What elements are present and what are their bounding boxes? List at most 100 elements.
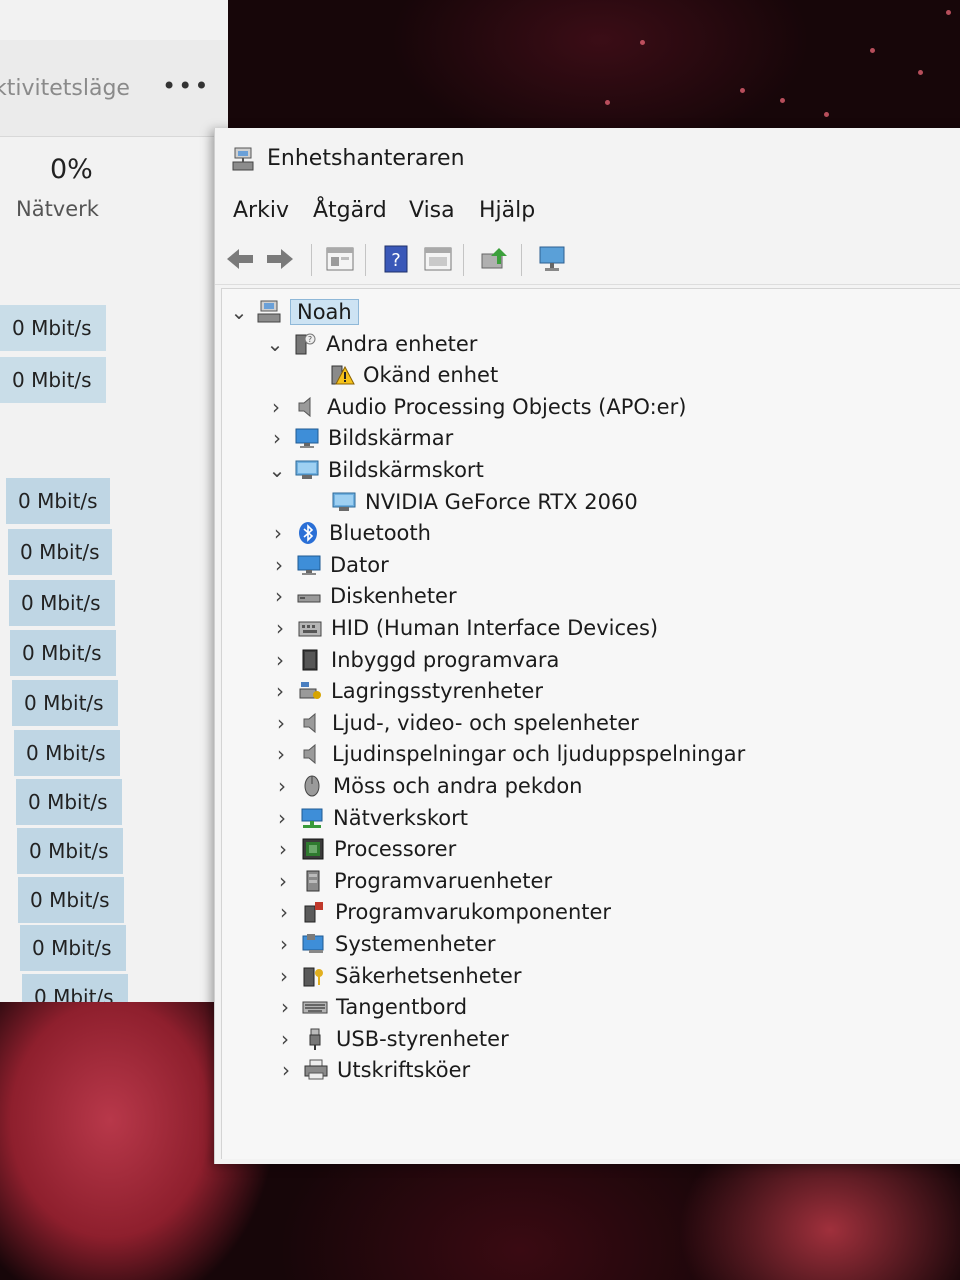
tree-node-noah[interactable]: ⌄ Noah	[228, 297, 359, 327]
mouse-icon	[299, 774, 325, 798]
chevron-right-icon[interactable]: ›	[268, 584, 290, 608]
back-icon[interactable]	[223, 242, 257, 276]
tree-node-utskriftskoer[interactable]: › Utskriftsköer	[275, 1055, 470, 1085]
chevron-right-icon[interactable]: ›	[271, 774, 293, 798]
tree-node-programvarukomponenter[interactable]: › Programvarukomponenter	[273, 897, 611, 927]
chevron-right-icon[interactable]: ›	[271, 806, 293, 830]
tree-node-label: Säkerhetsenheter	[335, 963, 522, 988]
view-icon[interactable]	[421, 242, 455, 276]
chevron-right-icon[interactable]: ›	[273, 900, 295, 924]
tree-node-audio-processing-objects-apo-er[interactable]: › Audio Processing Objects (APO:er)	[265, 392, 686, 422]
tree-node-label: Programvarukomponenter	[335, 900, 612, 925]
unknown-device-icon: ?	[292, 332, 318, 356]
tree-node-hid-human-interface-devices[interactable]: › HID (Human Interface Devices)	[269, 613, 658, 643]
forward-icon[interactable]	[263, 242, 297, 276]
tree-node-dator[interactable]: › Dator	[268, 550, 389, 580]
tree-node-systemenheter[interactable]: › Systemenheter	[273, 929, 496, 959]
menu-arkiv[interactable]: Arkiv	[233, 198, 289, 223]
properties-icon[interactable]	[323, 242, 357, 276]
chevron-right-icon[interactable]: ›	[274, 1027, 296, 1051]
chevron-right-icon[interactable]: ›	[273, 932, 295, 956]
tree-node-inbyggd-programvara[interactable]: › Inbyggd programvara	[269, 645, 559, 675]
keyboard-icon	[302, 995, 328, 1019]
tree-node-bildskarmskort[interactable]: ⌄ Bildskärmskort	[266, 455, 484, 485]
menu-visa[interactable]: Visa	[409, 198, 455, 223]
tree-node-label: Lagringsstyrenheter	[331, 679, 543, 704]
chevron-right-icon[interactable]: ›	[267, 521, 289, 545]
warning-device-icon	[329, 363, 355, 387]
tree-node-label: Dator	[330, 552, 389, 577]
more-options-button[interactable]: •••	[162, 72, 210, 100]
tree-node-andra-enheter[interactable]: ⌄? Andra enheter	[264, 329, 478, 359]
wallpaper-sparkle	[605, 100, 610, 105]
tree-node-label: Nätverkskort	[333, 805, 469, 830]
tree-node-okand-enhet[interactable]: Okänd enhet	[301, 360, 498, 390]
network-cell: 0 Mbit/s	[18, 877, 124, 923]
tree-node-ljud-video-och-spelenheter[interactable]: › Ljud-, video- och spelenheter	[270, 708, 639, 738]
monitor-scan-icon[interactable]	[535, 242, 569, 276]
wallpaper-sparkle	[918, 70, 923, 75]
chevron-right-icon[interactable]: ›	[270, 742, 292, 766]
update-driver-icon[interactable]	[477, 242, 511, 276]
tree-node-programvaruenheter[interactable]: › Programvaruenheter	[272, 866, 552, 896]
chevron-right-icon[interactable]: ›	[272, 869, 294, 893]
tree-node-moss-och-andra-pekdon[interactable]: › Möss och andra pekdon	[271, 771, 583, 801]
menu-atgard[interactable]: Åtgärd	[313, 198, 387, 223]
chevron-right-icon[interactable]: ›	[266, 426, 288, 450]
tree-node-sakerhetsenheter[interactable]: › Säkerhetsenheter	[273, 961, 521, 991]
toolbar: ?	[215, 234, 960, 285]
tree-node-bildskarmar[interactable]: › Bildskärmar	[266, 423, 453, 453]
efficiency-mode-label[interactable]: ktivitetsläge	[0, 76, 130, 101]
chevron-right-icon[interactable]: ›	[270, 711, 292, 735]
tree-node-label: Tangentbord	[336, 995, 468, 1020]
tree-node-natverkskort[interactable]: › Nätverkskort	[271, 803, 468, 833]
network-column-header[interactable]: Nätverk	[16, 197, 99, 221]
chevron-right-icon[interactable]: ›	[269, 648, 291, 672]
network-percent: 0%	[50, 154, 93, 185]
help-icon[interactable]: ?	[379, 242, 413, 276]
hid-icon	[297, 616, 323, 640]
chevron-right-icon[interactable]: ›	[275, 1058, 297, 1082]
speaker-icon	[293, 395, 319, 419]
tree-node-label: Bildskärmar	[328, 426, 454, 451]
tree-node-bluetooth[interactable]: › Bluetooth	[267, 518, 431, 548]
chevron-right-icon[interactable]: ›	[265, 395, 287, 419]
network-cell: 0 Mbit/s	[0, 357, 106, 403]
tree-node-label: Inbyggd programvara	[331, 647, 560, 672]
tree-node-ljudinspelningar-och-ljuduppspelningar[interactable]: › Ljudinspelningar och ljuduppspelningar	[270, 739, 745, 769]
title-bar[interactable]: Enhetshanteraren	[215, 128, 960, 190]
menu-bar: Arkiv Åtgärd Visa Hjälp	[215, 192, 960, 232]
bluetooth-icon	[295, 521, 321, 545]
chevron-down-icon[interactable]: ⌄	[264, 332, 286, 356]
chevron-down-icon[interactable]: ⌄	[228, 300, 250, 324]
software-device-icon	[300, 869, 326, 893]
wallpaper-sparkle	[780, 98, 785, 103]
svg-text:?: ?	[308, 335, 312, 344]
tree-node-nvidia-geforce-rtx-2060[interactable]: NVIDIA GeForce RTX 2060	[303, 487, 638, 517]
tree-node-processorer[interactable]: › Processorer	[272, 834, 456, 864]
tree-node-label: Diskenheter	[330, 584, 457, 609]
tree-node-label: Utskriftsköer	[337, 1058, 471, 1083]
wallpaper-sparkle	[946, 10, 951, 15]
chevron-right-icon[interactable]: ›	[273, 964, 295, 988]
tree-node-diskenheter[interactable]: › Diskenheter	[268, 581, 457, 611]
chevron-right-icon[interactable]: ›	[269, 679, 291, 703]
tree-node-label: Programvaruenheter	[334, 868, 553, 893]
chevron-right-icon[interactable]: ›	[268, 553, 290, 577]
wallpaper-sparkle	[740, 88, 745, 93]
chevron-down-icon[interactable]: ⌄	[266, 458, 288, 482]
chevron-right-icon[interactable]: ›	[274, 995, 296, 1019]
tree-node-usb-styrenheter[interactable]: › USB-styrenheter	[274, 1024, 509, 1054]
tree-node-lagringsstyrenheter[interactable]: › Lagringsstyrenheter	[269, 676, 543, 706]
toolbar-separator	[521, 244, 522, 276]
tree-node-label: Ljud-, video- och spelenheter	[332, 710, 639, 735]
speaker-icon	[298, 742, 324, 766]
tree-node-tangentbord[interactable]: › Tangentbord	[274, 992, 467, 1022]
disk-icon	[296, 584, 322, 608]
network-cell: 0 Mbit/s	[9, 580, 115, 626]
chevron-right-icon[interactable]: ›	[272, 837, 294, 861]
menu-hjalp[interactable]: Hjälp	[479, 198, 535, 223]
window-title: Enhetshanteraren	[267, 146, 465, 171]
wallpaper-sparkle	[640, 40, 645, 45]
chevron-right-icon[interactable]: ›	[269, 616, 291, 640]
